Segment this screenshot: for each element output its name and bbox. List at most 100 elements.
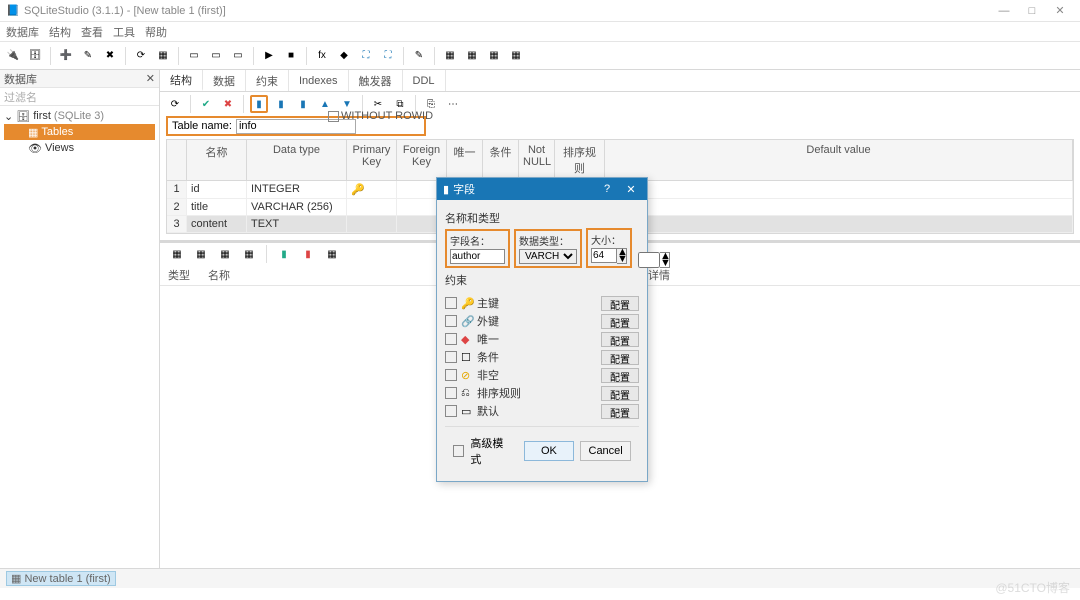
col-fk-header[interactable]: Foreign Key [397, 140, 447, 180]
tb-delcol-icon[interactable]: ▮ [294, 95, 312, 113]
advanced-checkbox[interactable] [453, 445, 464, 457]
col-not-header[interactable]: Not NULL [519, 140, 555, 180]
checkbox[interactable] [445, 315, 457, 327]
tool-misc1-icon[interactable]: ◆ [335, 47, 353, 65]
status-bar: ▦ New table 1 (first) [0, 568, 1080, 588]
tab-ddl[interactable]: DDL [403, 70, 446, 91]
tool-sql-icon[interactable]: ▭ [185, 47, 203, 65]
tool-grid4-icon[interactable]: ▦ [507, 47, 525, 65]
config-button[interactable]: 配置 [601, 332, 639, 347]
tb-rollback-icon[interactable]: ✖ [219, 95, 237, 113]
tool-misc2-icon[interactable]: ⛶ [357, 47, 375, 65]
check-icon: ☐ [461, 351, 473, 363]
config-button[interactable]: 配置 [601, 314, 639, 329]
tool-sql3-icon[interactable]: ▭ [229, 47, 247, 65]
size2-input[interactable] [638, 252, 660, 268]
tool-run-icon[interactable]: ▶ [260, 47, 278, 65]
tree-views-node[interactable]: 👁 Views [4, 140, 155, 156]
tool-misc3-icon[interactable]: ⛶ [379, 47, 397, 65]
tab-indexes[interactable]: Indexes [289, 70, 349, 91]
col-cond-header[interactable]: 条件 [483, 140, 519, 180]
bp-ic4[interactable]: ▦ [240, 245, 258, 263]
tree-tables-node[interactable]: ▦ Tables [4, 124, 155, 140]
config-button[interactable]: 配置 [601, 350, 639, 365]
dialog-close-button[interactable]: ✕ [621, 183, 641, 196]
menu-tools[interactable]: 工具 [113, 24, 135, 40]
tb-editcol-icon[interactable]: ▮ [272, 95, 290, 113]
tool-grid3-icon[interactable]: ▦ [485, 47, 503, 65]
tab-structure[interactable]: 结构 [160, 70, 203, 91]
size-input[interactable] [591, 248, 617, 263]
menu-bar: 数据库 结构 查看 工具 帮助 [0, 22, 1080, 42]
close-button[interactable]: ✕ [1046, 4, 1074, 17]
menu-database[interactable]: 数据库 [6, 24, 39, 40]
size-box: 大小： ▲▼ [586, 228, 632, 268]
without-rowid-check[interactable]: WITHOUT ROWID [328, 110, 433, 122]
sidebar-filter[interactable]: 过滤名 [0, 88, 159, 106]
tb-refresh-icon[interactable]: ⟳ [166, 95, 184, 113]
col-def-header[interactable]: Default value [605, 140, 1073, 180]
tool-wand-icon[interactable]: ✎ [410, 47, 428, 65]
bp-col-type[interactable]: 类型 [168, 267, 208, 283]
bp-ic1[interactable]: ▦ [168, 245, 186, 263]
tool-connect-icon[interactable]: 🔌 [4, 47, 22, 65]
tool-fx-icon[interactable]: fx [313, 47, 331, 65]
tool-edit-icon[interactable]: ✎ [79, 47, 97, 65]
checkbox[interactable] [445, 369, 457, 381]
menu-help[interactable]: 帮助 [145, 24, 167, 40]
field-name-input[interactable] [450, 249, 505, 264]
bp-ic2[interactable]: ▦ [192, 245, 210, 263]
tool-table-icon[interactable]: ▦ [154, 47, 172, 65]
tool-db-icon[interactable]: 🗄 [26, 47, 44, 65]
bp-col-detail[interactable]: 详情 [648, 267, 1072, 283]
tab-triggers[interactable]: 触发器 [349, 70, 403, 91]
dialog-help-button[interactable]: ? [597, 183, 617, 195]
main-toolbar: 🔌 🗄 ➕ ✎ ✖ ⟳ ▦ ▭ ▭ ▭ ▶ ■ fx ◆ ⛶ ⛶ ✎ ▦ ▦ ▦… [0, 42, 1080, 70]
tool-refresh-icon[interactable]: ⟳ [132, 47, 150, 65]
spin-down-icon[interactable]: ▼ [617, 256, 626, 263]
bp-ic5[interactable]: ▮ [275, 245, 293, 263]
tool-grid1-icon[interactable]: ▦ [441, 47, 459, 65]
checkbox[interactable] [445, 297, 457, 309]
bp-ic3[interactable]: ▦ [216, 245, 234, 263]
col-coll-header[interactable]: 排序规则 [555, 140, 605, 180]
menu-structure[interactable]: 结构 [49, 24, 71, 40]
tab-constraints[interactable]: 约束 [246, 70, 289, 91]
checkbox[interactable] [445, 333, 457, 345]
status-tab[interactable]: ▦ New table 1 (first) [6, 571, 116, 586]
tool-stop-icon[interactable]: ■ [282, 47, 300, 65]
tab-data[interactable]: 数据 [203, 70, 246, 91]
sidebar-close-icon[interactable]: ✕ [146, 72, 155, 85]
col-type-header[interactable]: Data type [247, 140, 347, 180]
col-pk-header[interactable]: Primary Key [347, 140, 397, 180]
maximize-button[interactable]: □ [1018, 5, 1046, 17]
config-button[interactable]: 配置 [601, 404, 639, 419]
data-type-select[interactable]: VARCHAR [519, 249, 577, 264]
size2-spinner[interactable]: ▲▼ [638, 252, 670, 268]
tb-commit-icon[interactable]: ✔ [197, 95, 215, 113]
dialog-titlebar[interactable]: ▮ 字段 ? ✕ [437, 178, 647, 200]
tool-del-icon[interactable]: ✖ [101, 47, 119, 65]
config-button[interactable]: 配置 [601, 296, 639, 311]
size-spinner[interactable]: ▲▼ [591, 248, 627, 264]
tree-db-node[interactable]: ⌄ 🗄 first (SQLite 3) [4, 108, 155, 124]
tool-sql2-icon[interactable]: ▭ [207, 47, 225, 65]
tb-addcol-button[interactable]: ▮ [250, 95, 268, 113]
tb-more-icon[interactable]: ⋯ [444, 95, 462, 113]
spin-down-icon[interactable]: ▼ [660, 260, 669, 267]
bp-ic7[interactable]: ▦ [323, 245, 341, 263]
checkbox[interactable] [445, 387, 457, 399]
tool-add-icon[interactable]: ➕ [57, 47, 75, 65]
checkbox[interactable] [445, 351, 457, 363]
ok-button[interactable]: OK [524, 441, 575, 461]
minimize-button[interactable]: — [990, 5, 1018, 17]
menu-view[interactable]: 查看 [81, 24, 103, 40]
cancel-button[interactable]: Cancel [580, 441, 631, 461]
config-button[interactable]: 配置 [601, 368, 639, 383]
bp-ic6[interactable]: ▮ [299, 245, 317, 263]
checkbox[interactable] [445, 405, 457, 417]
col-uni-header[interactable]: 唯一 [447, 140, 483, 180]
col-name-header[interactable]: 名称 [187, 140, 247, 180]
config-button[interactable]: 配置 [601, 386, 639, 401]
tool-grid2-icon[interactable]: ▦ [463, 47, 481, 65]
